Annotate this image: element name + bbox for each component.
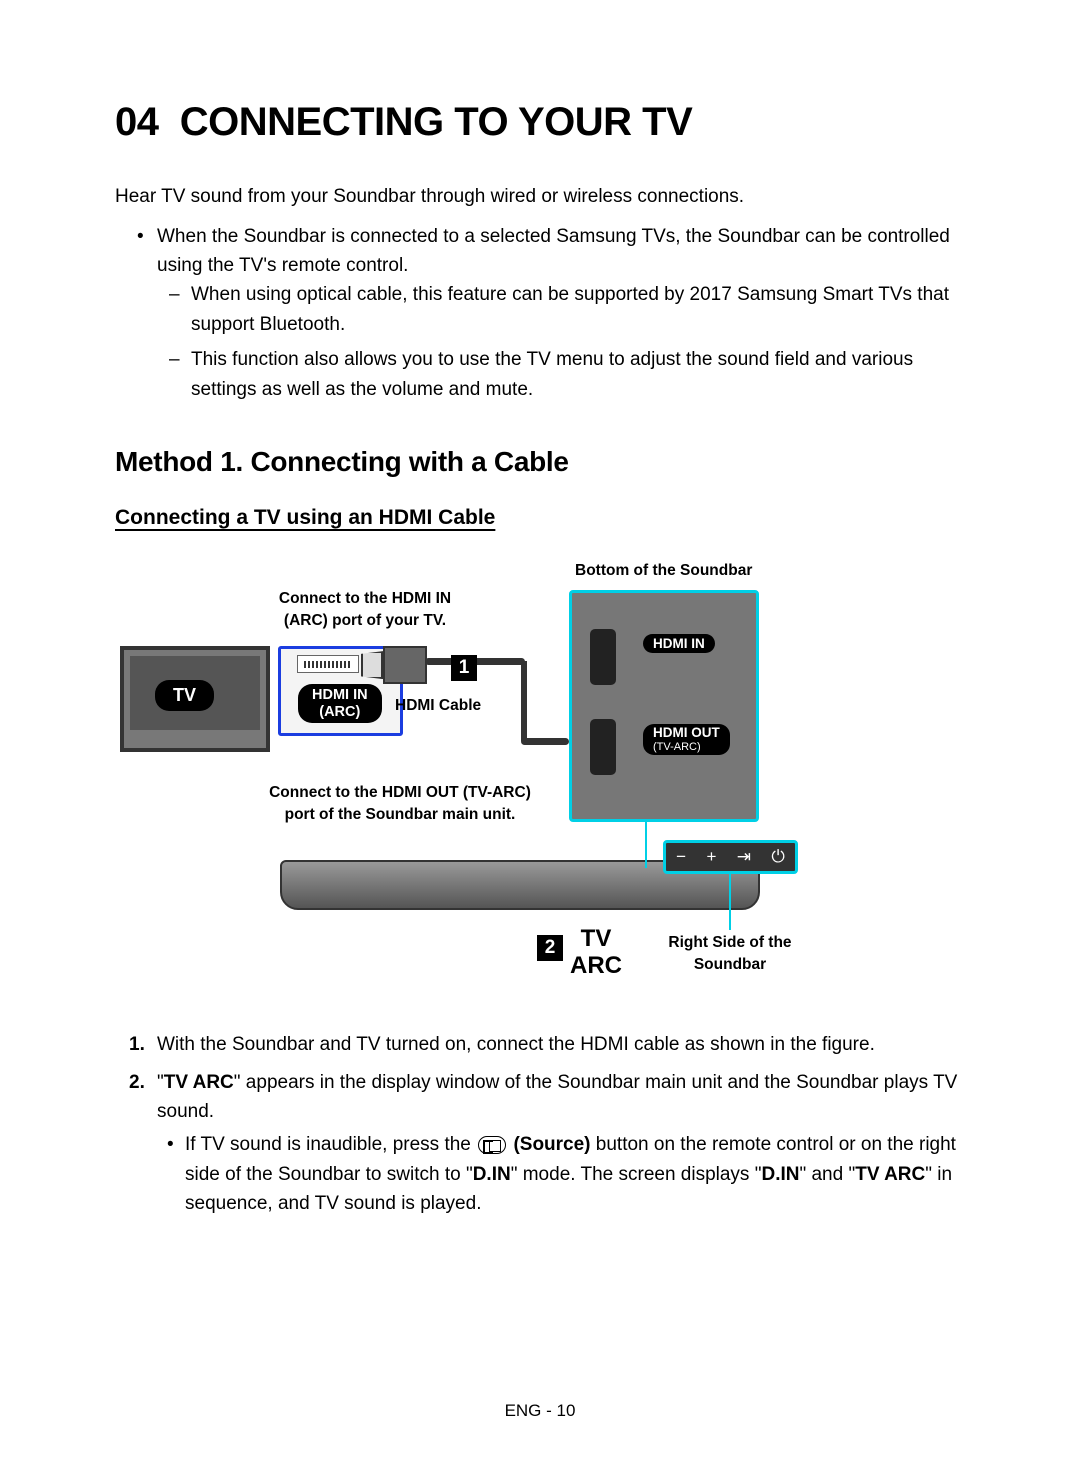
soundbar-side-controls: − + ⇥ ⏻ [663, 840, 798, 874]
section-number: 04 [115, 100, 159, 144]
list-item: If TV sound is inaudible, press the (Sou… [185, 1130, 965, 1218]
hdmi-in-arc-label: HDMI IN (ARC) [298, 684, 382, 723]
intro-text: Hear TV sound from your Soundbar through… [115, 183, 965, 212]
volume-up-icon: + [706, 847, 716, 867]
list-item: When the Soundbar is connected to a sele… [157, 222, 965, 405]
hdmi-plug-icon [361, 651, 383, 679]
bullet-text: When the Soundbar is connected to a sele… [157, 226, 950, 276]
caption-line: Connect to the HDMI IN [279, 590, 451, 607]
list-item: This function also allows you to use the… [191, 345, 965, 404]
hdmi-in-label: HDMI IN [643, 634, 715, 653]
cable-segment-icon [521, 738, 569, 745]
step-marker-2: 2 [537, 935, 563, 961]
label-line: (ARC) [319, 704, 360, 720]
source-button-icon [478, 1136, 506, 1154]
caption-line: (ARC) port of your TV. [284, 612, 446, 629]
section-title: CONNECTING TO YOUR TV [180, 100, 693, 144]
text-bold: D.IN [473, 1164, 511, 1185]
inner-bullet-list: If TV sound is inaudible, press the (Sou… [157, 1130, 965, 1218]
subsub-heading: Connecting a TV using an HDMI Cable [115, 506, 965, 530]
callout-line-icon [729, 874, 731, 930]
text-fragment: " mode. The screen displays " [511, 1164, 762, 1185]
callout-line-icon [645, 822, 647, 868]
page-footer: ENG - 10 [0, 1401, 1080, 1421]
text-fragment: " appears in the display window of the S… [157, 1072, 957, 1122]
connect-hdmi-in-caption: Connect to the HDMI IN (ARC) port of you… [235, 588, 495, 631]
hdmi-cable-caption: HDMI Cable [395, 695, 481, 717]
text-bold: (Source) [513, 1134, 590, 1155]
step-marker-1: 1 [451, 655, 477, 681]
connection-diagram: Bottom of the Soundbar Connect to the HD… [115, 560, 965, 1000]
hdmi-in-port-icon [590, 629, 616, 685]
caption-line: port of the Soundbar main unit. [285, 806, 516, 823]
text-bold: TV ARC [855, 1164, 925, 1185]
method-heading: Method 1. Connecting with a Cable [115, 446, 965, 478]
power-icon: ⏻ [771, 847, 784, 867]
text-fragment: If TV sound is inaudible, press the [185, 1134, 476, 1155]
section-heading: 04 CONNECTING TO YOUR TV [115, 100, 965, 145]
text-bold: TV ARC [164, 1072, 234, 1093]
label-line: TV [581, 925, 612, 952]
intro-bullet-list: When the Soundbar is connected to a sele… [115, 222, 965, 405]
hdmi-out-label: HDMI OUT (TV-ARC) [643, 724, 730, 755]
list-item: "TV ARC" appears in the display window o… [157, 1068, 965, 1219]
volume-down-icon: − [676, 847, 686, 867]
steps-list: With the Soundbar and TV turned on, conn… [115, 1030, 965, 1219]
caption-line: Soundbar [694, 956, 766, 973]
cable-segment-icon [521, 661, 527, 741]
tv-hdmi-port-icon [297, 655, 359, 673]
dash-list: When using optical cable, this feature c… [157, 280, 965, 404]
text-fragment: " [157, 1072, 164, 1093]
right-side-caption: Right Side of the Soundbar [655, 932, 805, 975]
hdmi-out-port-icon [590, 719, 616, 775]
tv-label: TV [155, 680, 214, 711]
label-sub: (TV-ARC) [653, 741, 720, 753]
label-line: HDMI OUT [653, 725, 720, 740]
text-bold: D.IN [761, 1164, 799, 1185]
soundbar-bottom-frame [569, 590, 759, 822]
source-icon: ⇥ [737, 847, 751, 867]
hdmi-plug-body-icon [383, 646, 427, 684]
list-item: With the Soundbar and TV turned on, conn… [157, 1030, 965, 1059]
list-item: When using optical cable, this feature c… [191, 280, 965, 339]
soundbar-bottom-caption: Bottom of the Soundbar [575, 560, 752, 582]
text-fragment: " and " [799, 1164, 855, 1185]
label-line: ARC [570, 952, 622, 979]
caption-line: Right Side of the [668, 934, 791, 951]
connect-hdmi-out-caption: Connect to the HDMI OUT (TV-ARC) port of… [260, 782, 540, 825]
caption-line: Connect to the HDMI OUT (TV-ARC) [269, 784, 531, 801]
label-line: HDMI IN [312, 687, 368, 703]
tv-arc-display-label: TV ARC [570, 926, 622, 979]
